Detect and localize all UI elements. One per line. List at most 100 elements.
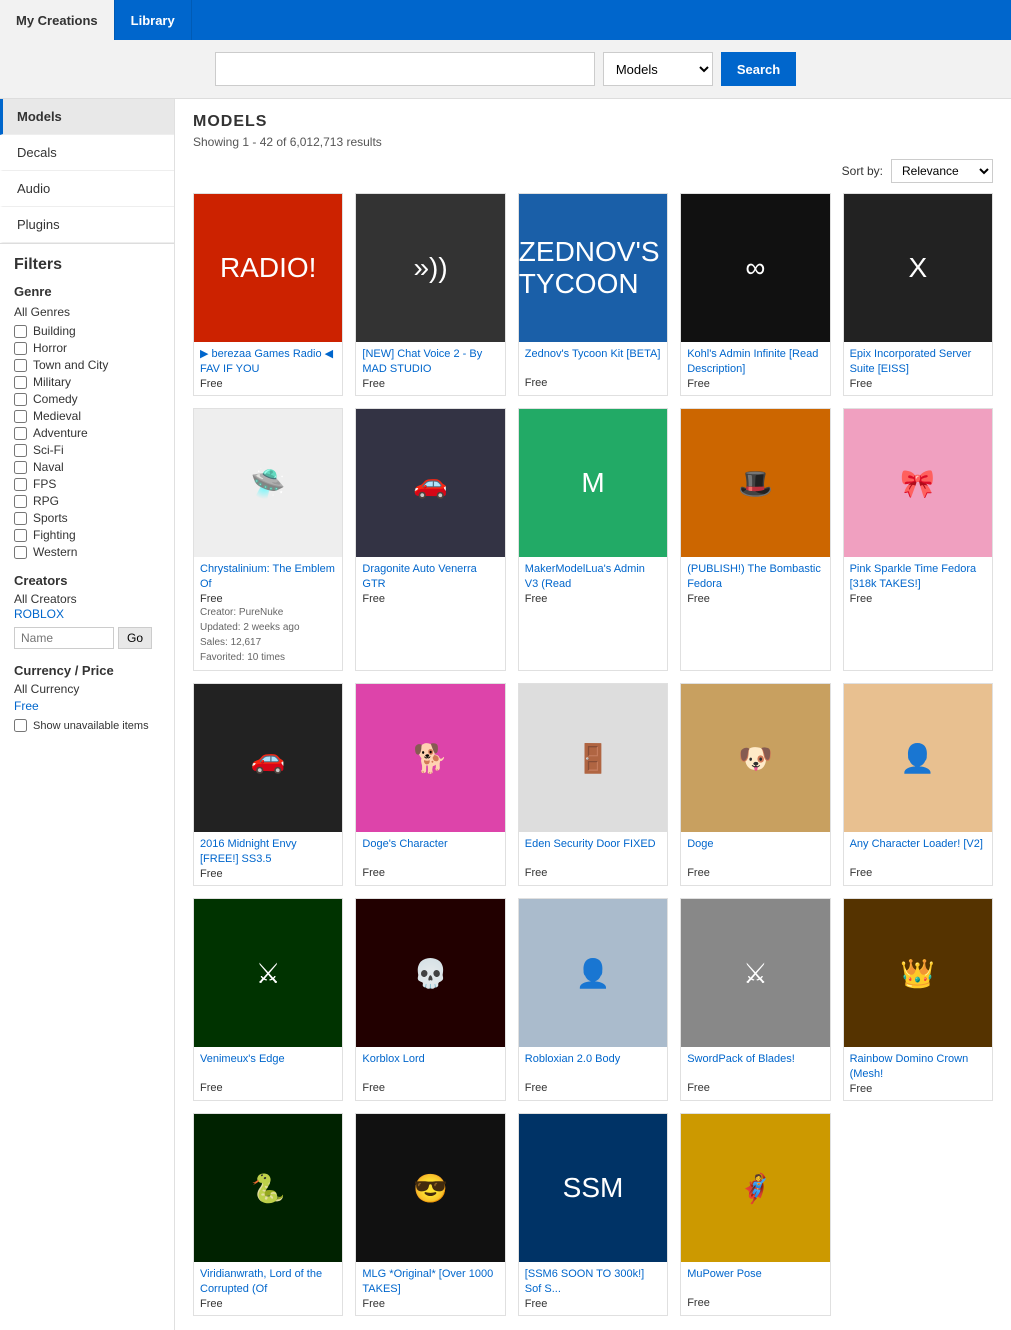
item-name[interactable]: Kohl's Admin Infinite [Read Description] (687, 347, 823, 376)
genre-horror[interactable]: Horror (14, 341, 160, 355)
sidebar-nav: Models Decals Audio Plugins (0, 99, 174, 244)
item-name[interactable]: Korblox Lord (362, 1052, 498, 1080)
item-thumbnail: 🚪 (519, 684, 667, 832)
genre-adventure[interactable]: Adventure (14, 426, 160, 440)
creators-name-input[interactable] (14, 627, 114, 649)
creators-go-button[interactable]: Go (118, 627, 152, 649)
item-info: ▶ berezaa Games Radio ◀ FAV IF YOUFree (194, 342, 342, 395)
item-name[interactable]: ▶ berezaa Games Radio ◀ FAV IF YOU (200, 347, 336, 376)
sidebar-item-decals[interactable]: Decals (0, 135, 174, 171)
genre-naval-checkbox[interactable] (14, 461, 27, 474)
item-card[interactable]: MMakerModelLua's Admin V3 (ReadFree (518, 408, 668, 671)
item-name[interactable]: Chrystalinium: The Emblem Of (200, 562, 336, 591)
item-card[interactable]: RADIO!▶ berezaa Games Radio ◀ FAV IF YOU… (193, 193, 343, 396)
item-card[interactable]: 💀Korblox LordFree (355, 898, 505, 1101)
genre-western-checkbox[interactable] (14, 546, 27, 559)
item-price: Free (525, 867, 661, 879)
genre-building-checkbox[interactable] (14, 325, 27, 338)
item-card[interactable]: 🛸Chrystalinium: The Emblem OfFreeCreator… (193, 408, 343, 671)
item-card[interactable]: »))[NEW] Chat Voice 2 - By MAD STUDIOFre… (355, 193, 505, 396)
item-name[interactable]: MuPower Pose (687, 1267, 823, 1295)
item-card[interactable]: 👤Any Character Loader! [V2]Free (843, 683, 993, 886)
genre-fighting-checkbox[interactable] (14, 529, 27, 542)
item-name[interactable]: Any Character Loader! [V2] (850, 837, 986, 865)
genre-rpg[interactable]: RPG (14, 494, 160, 508)
item-card[interactable]: 🐍Viridianwrath, Lord of the Corrupted (O… (193, 1113, 343, 1316)
item-name[interactable]: Dragonite Auto Venerra GTR (362, 562, 498, 591)
item-name[interactable]: Pink Sparkle Time Fedora [318k TAKES!] (850, 562, 986, 591)
tab-library[interactable]: Library (115, 0, 192, 40)
item-name[interactable]: [SSM6 SOON TO 300k!] Sof S... (525, 1267, 661, 1296)
genre-fps[interactable]: FPS (14, 477, 160, 491)
genre-adventure-checkbox[interactable] (14, 427, 27, 440)
sidebar-item-plugins[interactable]: Plugins (0, 207, 174, 243)
item-name[interactable]: Doge (687, 837, 823, 865)
item-name[interactable]: Eden Security Door FIXED (525, 837, 661, 865)
item-card[interactable]: ZEDNOV'S TYCOONZednov's Tycoon Kit [BETA… (518, 193, 668, 396)
item-name[interactable]: [NEW] Chat Voice 2 - By MAD STUDIO (362, 347, 498, 376)
category-select[interactable]: Models Decals Audio Plugins (603, 52, 713, 86)
item-card[interactable]: 🚗2016 Midnight Envy [FREE!] SS3.5Free (193, 683, 343, 886)
genre-scifi[interactable]: Sci-Fi (14, 443, 160, 457)
item-name[interactable]: MakerModelLua's Admin V3 (Read (525, 562, 661, 591)
item-info: Pink Sparkle Time Fedora [318k TAKES!]Fr… (844, 557, 992, 610)
item-card[interactable]: ⚔SwordPack of Blades!Free (680, 898, 830, 1101)
item-price: Free (687, 378, 823, 390)
genre-medieval-checkbox[interactable] (14, 410, 27, 423)
search-input[interactable] (215, 52, 595, 86)
genre-medieval[interactable]: Medieval (14, 409, 160, 423)
item-card[interactable]: 🎩(PUBLISH!) The Bombastic FedoraFree (680, 408, 830, 671)
item-card[interactable]: 👑Rainbow Domino Crown (Mesh!Free (843, 898, 993, 1101)
item-card[interactable]: 🚗Dragonite Auto Venerra GTRFree (355, 408, 505, 671)
item-name[interactable]: Venimeux's Edge (200, 1052, 336, 1080)
genre-comedy[interactable]: Comedy (14, 392, 160, 406)
item-name[interactable]: SwordPack of Blades! (687, 1052, 823, 1080)
item-name[interactable]: Doge's Character (362, 837, 498, 865)
genre-rpg-checkbox[interactable] (14, 495, 27, 508)
item-card[interactable]: 😎MLG *Original* [Over 1000 TAKES]Free (355, 1113, 505, 1316)
genre-town-city-checkbox[interactable] (14, 359, 27, 372)
show-unavailable-label[interactable]: Show unavailable items (14, 719, 160, 732)
item-name[interactable]: (PUBLISH!) The Bombastic Fedora (687, 562, 823, 591)
item-name[interactable]: Zednov's Tycoon Kit [BETA] (525, 347, 661, 375)
genre-scifi-checkbox[interactable] (14, 444, 27, 457)
genre-sports-checkbox[interactable] (14, 512, 27, 525)
item-card[interactable]: ⚔Venimeux's EdgeFree (193, 898, 343, 1101)
genre-horror-checkbox[interactable] (14, 342, 27, 355)
show-unavailable-checkbox[interactable] (14, 719, 27, 732)
genre-town-city[interactable]: Town and City (14, 358, 160, 372)
item-thumbnail: 🛸 (194, 409, 342, 557)
sidebar-item-audio[interactable]: Audio (0, 171, 174, 207)
sort-select[interactable]: Relevance Most Recent Price (Low) Price … (891, 159, 993, 183)
item-card[interactable]: SSM[SSM6 SOON TO 300k!] Sof S...Free (518, 1113, 668, 1316)
genre-military-checkbox[interactable] (14, 376, 27, 389)
item-name[interactable]: MLG *Original* [Over 1000 TAKES] (362, 1267, 498, 1296)
item-card[interactable]: 🚪 Eden Security Door FIXED Free (518, 683, 668, 886)
item-card[interactable]: ∞Kohl's Admin Infinite [Read Description… (680, 193, 830, 396)
search-button[interactable]: Search (721, 52, 796, 86)
item-card[interactable]: XEpix Incorporated Server Suite [EISS]Fr… (843, 193, 993, 396)
item-card[interactable]: 🦸MuPower PoseFree (680, 1113, 830, 1316)
item-card[interactable]: 🐶DogeFree (680, 683, 830, 886)
item-thumbnail: 🐶 (681, 684, 829, 832)
creators-roblox-link[interactable]: ROBLOX (14, 607, 64, 621)
item-card[interactable]: 🐕Doge's CharacterFree (355, 683, 505, 886)
item-card[interactable]: 🎀Pink Sparkle Time Fedora [318k TAKES!]F… (843, 408, 993, 671)
item-card[interactable]: 👤Robloxian 2.0 BodyFree (518, 898, 668, 1101)
genre-military[interactable]: Military (14, 375, 160, 389)
item-name[interactable]: 2016 Midnight Envy [FREE!] SS3.5 (200, 837, 336, 866)
item-name[interactable]: Rainbow Domino Crown (Mesh! (850, 1052, 986, 1081)
item-name[interactable]: Viridianwrath, Lord of the Corrupted (Of (200, 1267, 336, 1296)
price-free[interactable]: Free (14, 699, 160, 713)
tab-my-creations[interactable]: My Creations (0, 0, 115, 40)
genre-fighting[interactable]: Fighting (14, 528, 160, 542)
genre-western[interactable]: Western (14, 545, 160, 559)
genre-naval[interactable]: Naval (14, 460, 160, 474)
genre-sports[interactable]: Sports (14, 511, 160, 525)
item-name[interactable]: Robloxian 2.0 Body (525, 1052, 661, 1080)
item-name[interactable]: Epix Incorporated Server Suite [EISS] (850, 347, 986, 376)
genre-comedy-checkbox[interactable] (14, 393, 27, 406)
genre-fps-checkbox[interactable] (14, 478, 27, 491)
sidebar-item-models[interactable]: Models (0, 99, 174, 135)
genre-building[interactable]: Building (14, 324, 160, 338)
